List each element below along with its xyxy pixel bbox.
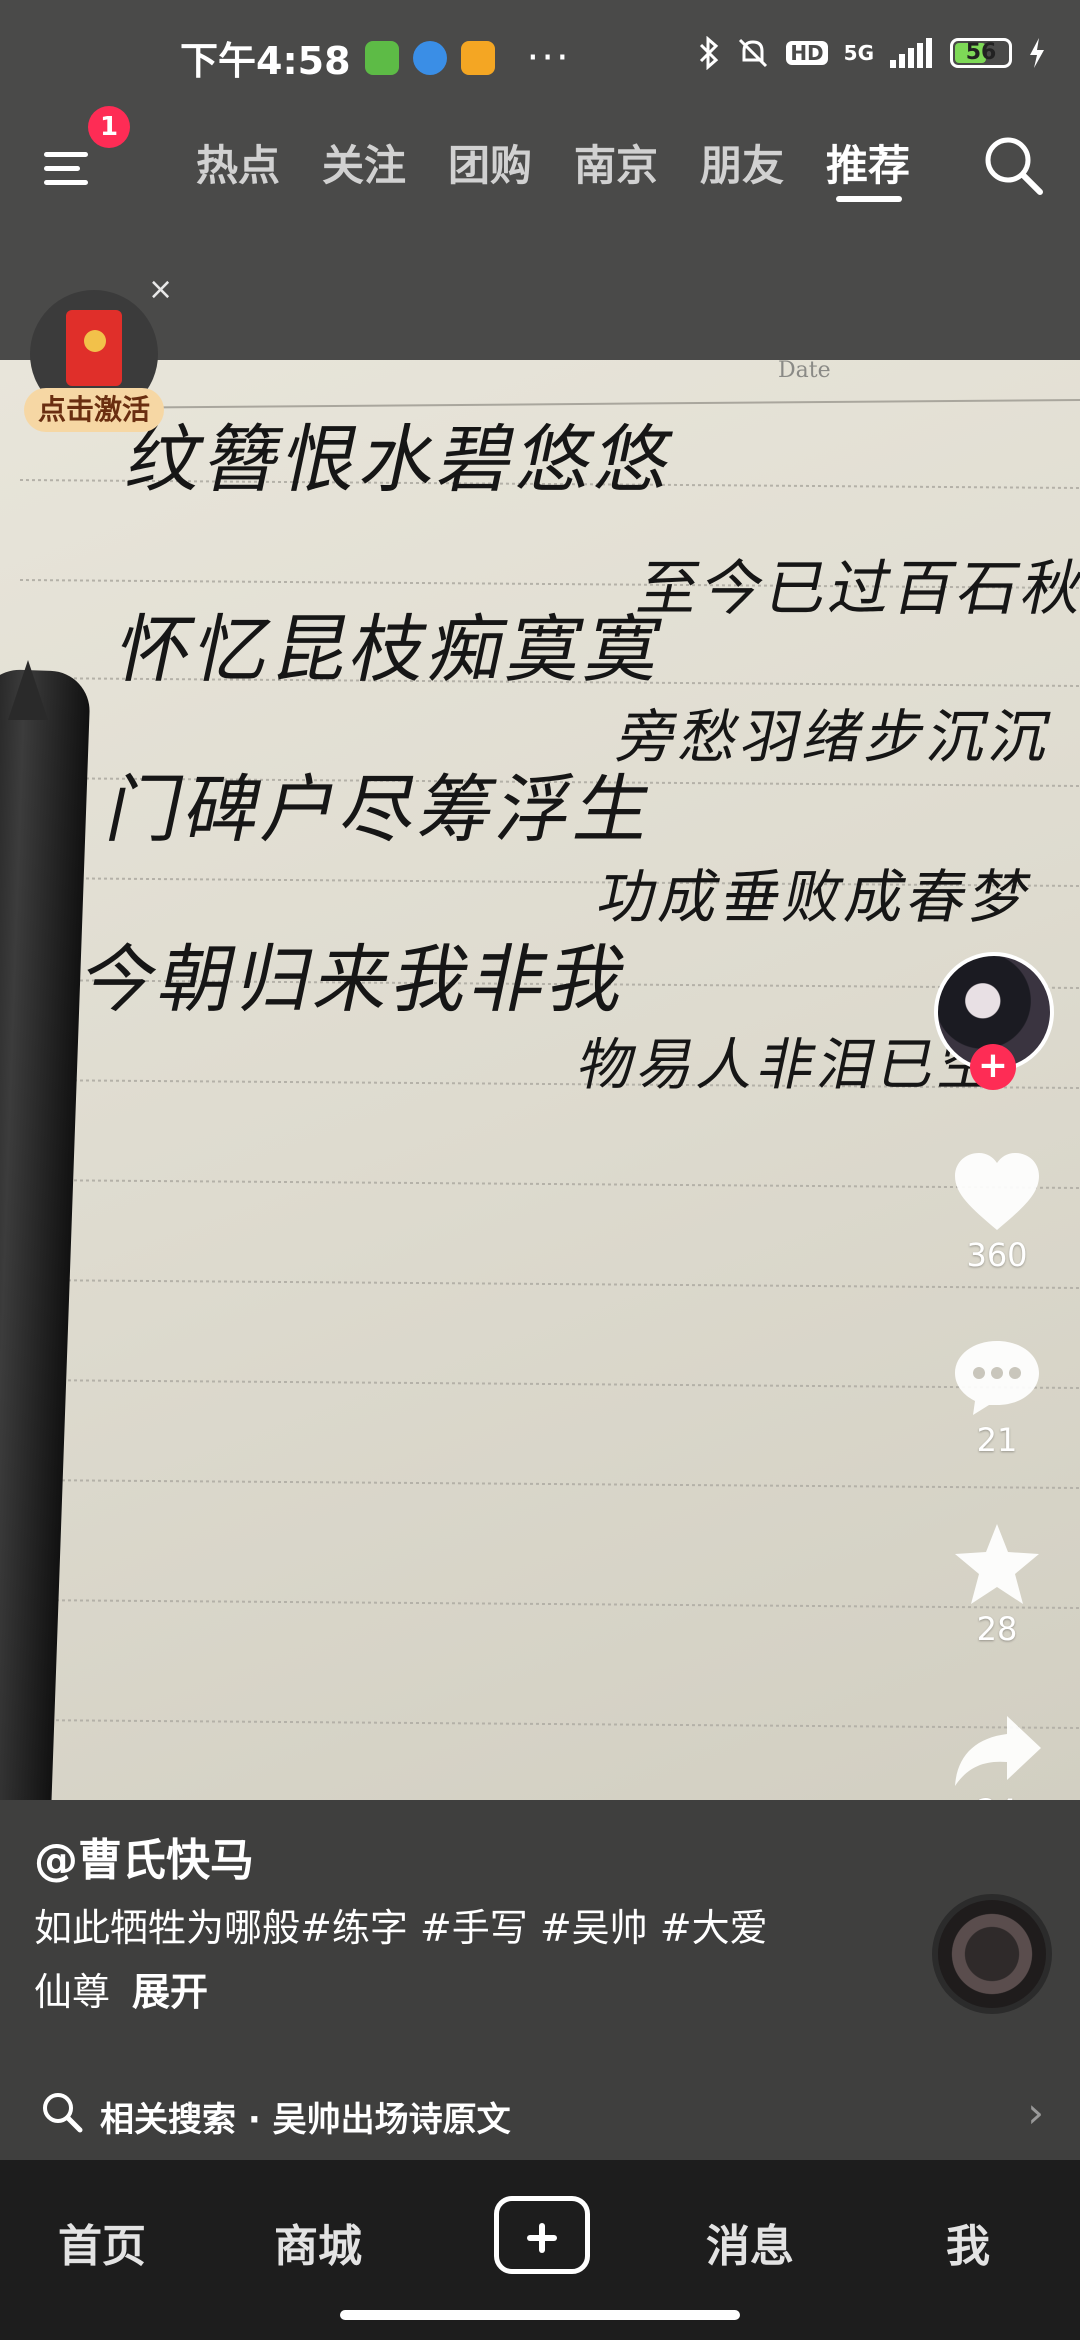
hd-badge: HD: [786, 41, 828, 65]
handwriting-line-4: 旁愁羽绪步沉沉: [611, 703, 1061, 771]
nav-mall[interactable]: 商城: [274, 2210, 362, 2274]
follow-button[interactable]: +: [970, 1044, 1016, 1090]
top-nav: 热点 关注 团购 南京 朋友 推荐: [0, 118, 1080, 218]
comment-count: 21: [976, 1421, 1018, 1459]
activate-label: 点击激活: [24, 388, 164, 432]
tab-recommend[interactable]: 推荐: [826, 132, 910, 193]
charging-icon: [1030, 38, 1044, 68]
like-count: 360: [966, 1236, 1028, 1274]
tab-hot[interactable]: 热点: [196, 132, 280, 193]
clock: 下午4:58: [180, 39, 351, 83]
close-icon[interactable]: ×: [148, 272, 173, 307]
comment-icon: [955, 1341, 1039, 1415]
description-line-2: 仙尊 展开: [34, 1960, 834, 2024]
menu-icon[interactable]: [42, 138, 96, 198]
description-line-1: 如此牺牲为哪般#练字 #手写 #吴帅 #大爱: [34, 1906, 768, 1950]
home-indicator[interactable]: [340, 2310, 740, 2320]
status-right: HD 5G 56: [698, 36, 1046, 70]
share-arrow-icon: [955, 1716, 1041, 1786]
cloud-app-icon: [412, 40, 447, 75]
handwriting-line-1: 纹簪恨水碧悠悠: [119, 417, 684, 503]
mute-bell-icon: [739, 38, 768, 68]
favorite-button[interactable]: 28: [924, 1520, 1070, 1648]
video-player[interactable]: Date 纹簪恨水碧悠悠 至今已过百石秋 怀忆昆枝痴寞寞 旁愁羽绪步沉沉 门碑户…: [0, 360, 1080, 1800]
status-left: 下午4:58 ···: [180, 30, 571, 85]
active-tab-indicator: [836, 196, 902, 202]
wechat-notify-icon: [364, 40, 399, 75]
more-notifications-icon: ···: [526, 34, 571, 81]
search-icon: [43, 2093, 83, 2133]
handwriting-line-5: 门碑户尽筹浮生: [99, 767, 664, 853]
description-line-2-text: 仙尊: [34, 1970, 111, 2014]
expand-button[interactable]: 展开: [132, 1970, 208, 2014]
star-icon: [955, 1524, 1039, 1604]
handwriting-line-2: 至今已过百石秋: [631, 554, 1080, 624]
comment-button[interactable]: 21: [924, 1335, 1070, 1459]
tab-friends[interactable]: 朋友: [700, 132, 784, 193]
status-bar: 下午4:58 ··· HD 5G 56: [0, 0, 1080, 120]
notebook-date-label: Date: [778, 360, 831, 383]
menu-notification-badge: 1: [88, 106, 130, 148]
battery-percent: 56: [965, 40, 997, 65]
like-button[interactable]: 360: [924, 1150, 1070, 1274]
nav-messages[interactable]: 消息: [706, 2210, 794, 2274]
author-name[interactable]: @曹氏快马: [34, 1824, 254, 1888]
bluetooth-icon: [700, 36, 719, 70]
tab-group-buy[interactable]: 团购: [448, 132, 532, 193]
related-search-bar[interactable]: 相关搜索 · 吴帅出场诗原文 ›: [0, 2070, 1080, 2160]
signal-icon: [890, 38, 932, 68]
related-search-text: 相关搜索 · 吴帅出场诗原文: [100, 2100, 511, 2140]
nav-me[interactable]: 我: [946, 2210, 990, 2274]
chevron-right-icon: ›: [1027, 2088, 1044, 2137]
create-post-button[interactable]: [494, 2196, 590, 2274]
handwriting-line-6: 功成垂败成春梦: [591, 863, 1041, 931]
music-disc[interactable]: [932, 1894, 1052, 2014]
battery-icon: 56: [950, 38, 1012, 68]
heart-icon: [955, 1153, 1039, 1230]
red-packet-promo[interactable]: 点击激活: [24, 290, 166, 440]
search-icon[interactable]: [980, 132, 1046, 198]
58-app-icon: [460, 40, 495, 75]
post-info: @曹氏快马 如此牺牲为哪般#练字 #手写 #吴帅 #大爱 仙尊 展开 相关搜索 ·…: [0, 1800, 1080, 2160]
favorite-count: 28: [976, 1610, 1018, 1648]
red-packet-seal: [84, 330, 106, 352]
nav-home[interactable]: 首页: [58, 2210, 146, 2274]
tab-nanjing[interactable]: 南京: [574, 132, 658, 193]
tab-following[interactable]: 关注: [322, 132, 406, 193]
handwriting-line-7: 今朝归来我非我: [73, 937, 638, 1023]
post-description: 如此牺牲为哪般#练字 #手写 #吴帅 #大爱 仙尊 展开: [34, 1896, 834, 2024]
network-label: 5G: [843, 41, 874, 65]
handwriting-line-3: 怀忆昆枝痴寞寞: [109, 607, 674, 693]
